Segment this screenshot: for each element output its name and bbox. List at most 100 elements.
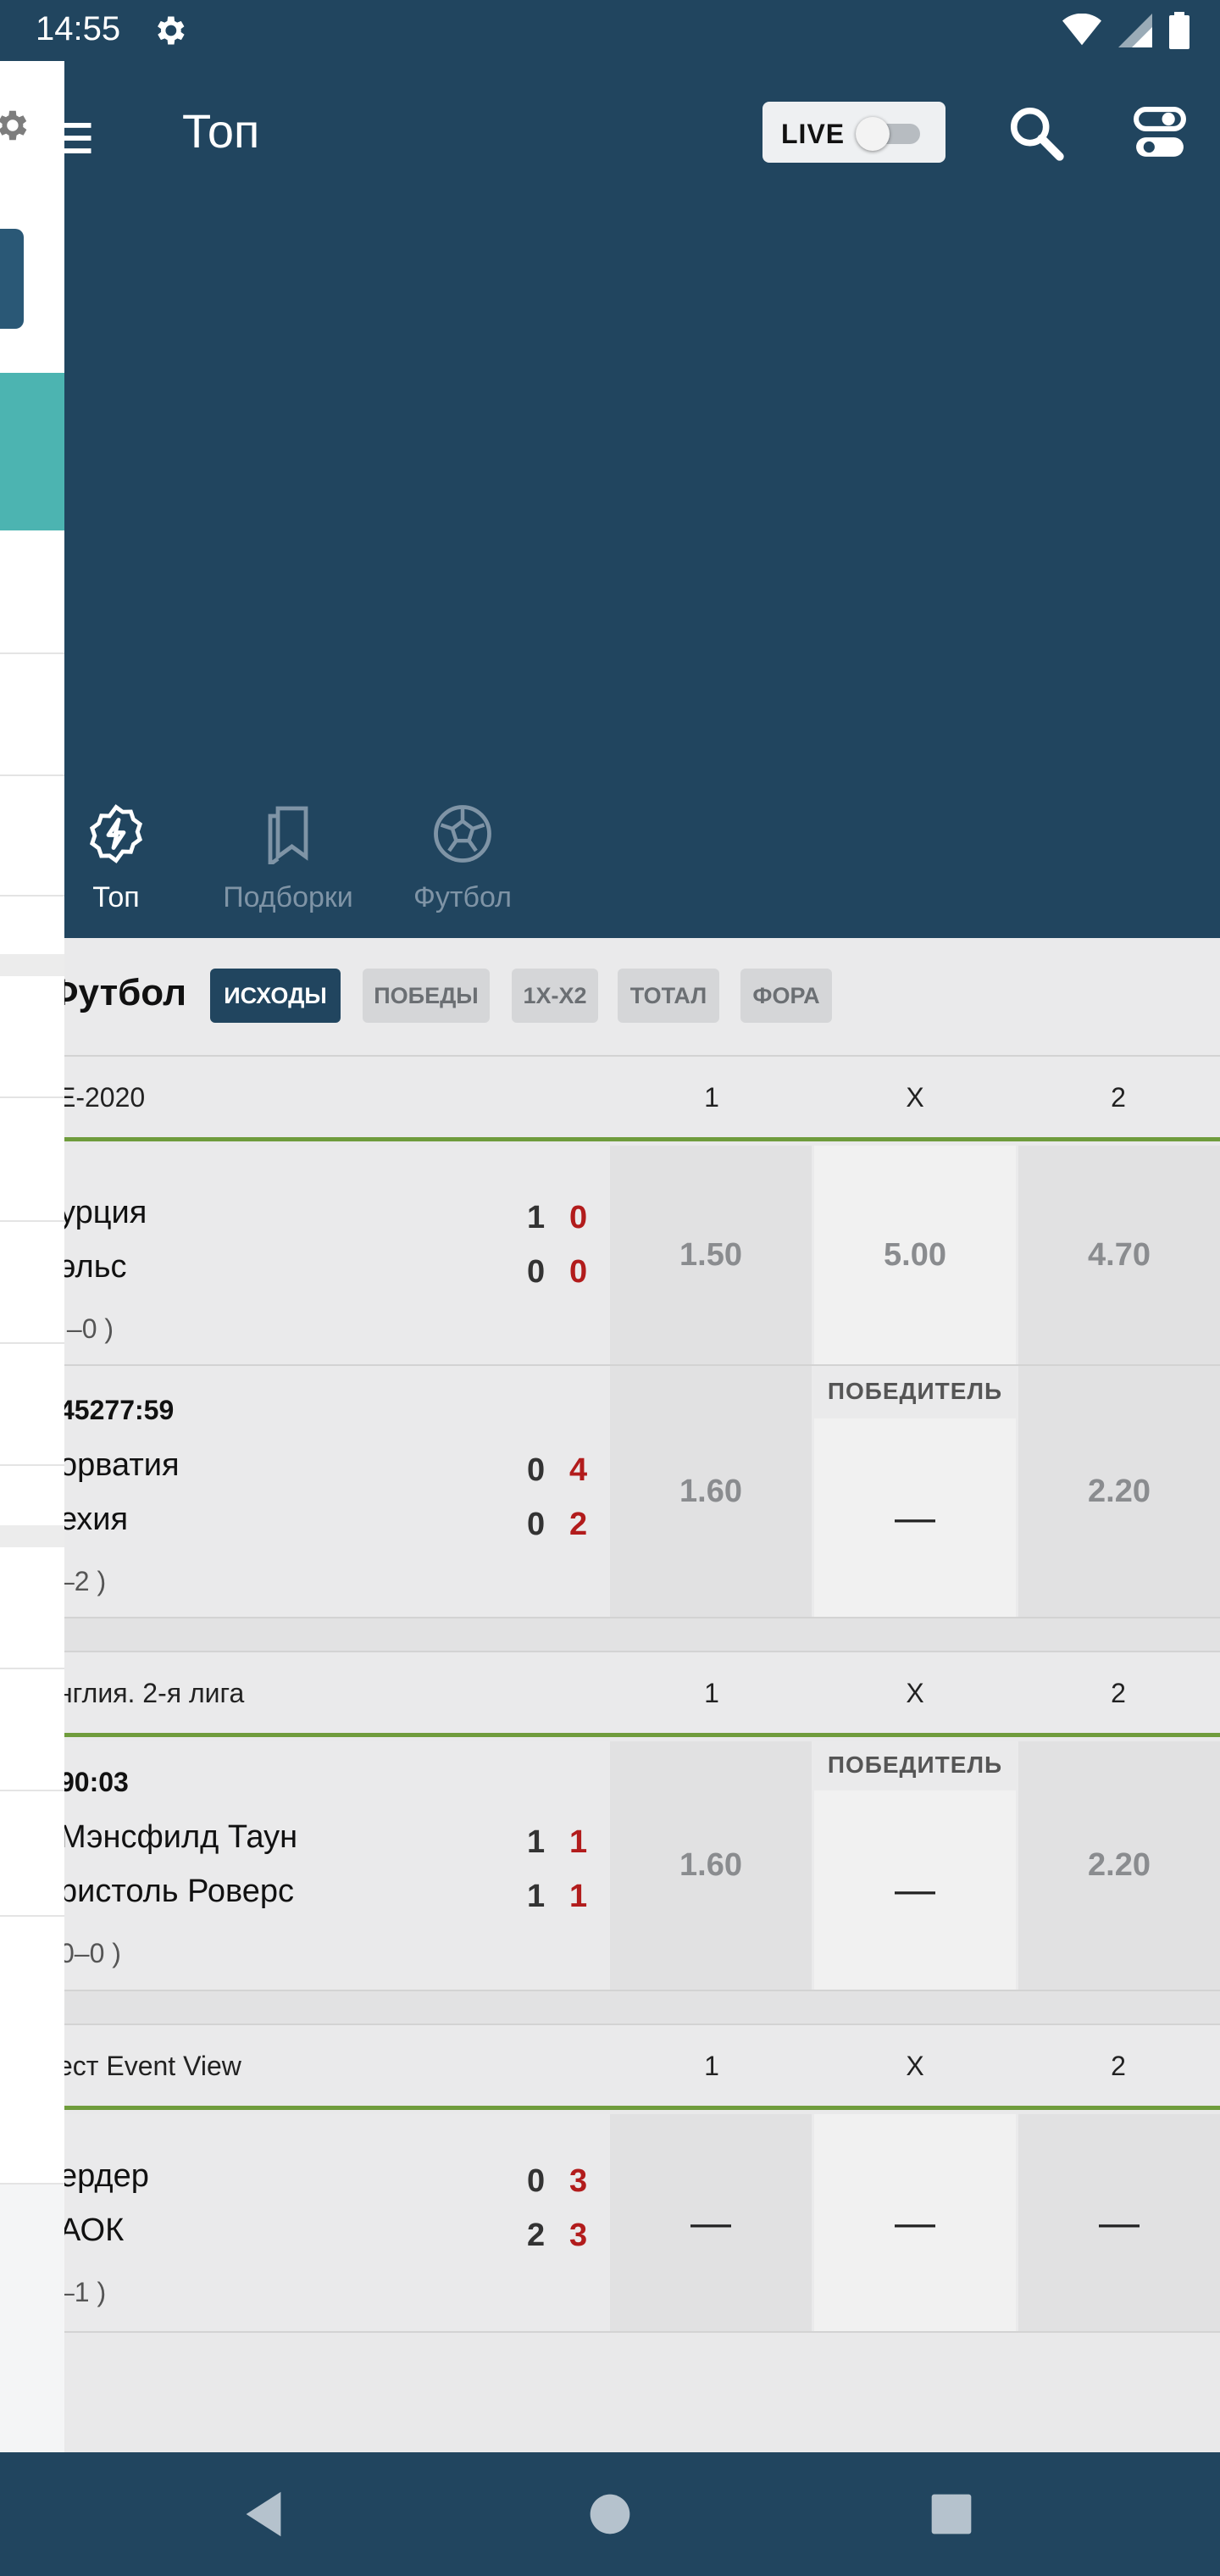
odd-away[interactable]: 4.70 xyxy=(1018,1146,1220,1364)
column-x-label: X xyxy=(906,1678,924,1708)
team-away: эльс xyxy=(59,1249,127,1285)
chip-total[interactable]: ТОТАЛ xyxy=(618,969,719,1023)
odd-home[interactable]: 1.60 xyxy=(610,1366,812,1617)
odd-draw: — xyxy=(814,1418,1016,1617)
chip-handicap[interactable]: ФОРА xyxy=(740,969,832,1023)
score-away-period: 2 xyxy=(569,1507,588,1542)
section-divider xyxy=(0,1991,1220,2025)
search-icon[interactable] xyxy=(1006,103,1066,163)
column-2-label: 2 xyxy=(1111,2051,1126,2081)
bookmarks-icon xyxy=(268,806,308,864)
match-row[interactable]: 45277:59 орватия ехия 0 4 0 2 –2 ) 1.60 … xyxy=(0,1366,1220,1618)
drawer-settings-icon[interactable] xyxy=(0,100,30,151)
live-label: LIVE xyxy=(781,119,846,149)
match-timer: 45277:59 xyxy=(59,1395,175,1425)
drawer-divider xyxy=(0,1096,64,1098)
market-filter-bar: Футбол ИСХОДЫ ПОБЕДЫ 1Х-Х2 ТОТАЛ ФОРА xyxy=(0,938,1220,1057)
drawer-balance-panel xyxy=(0,373,64,530)
odd-home[interactable]: 1.50 xyxy=(610,1146,812,1364)
drawer-divider xyxy=(0,1790,64,1791)
drawer-divider xyxy=(0,1915,64,1917)
column-x-label: X xyxy=(906,2051,924,2081)
score-home: 1 xyxy=(527,1200,546,1235)
odd-draw: — xyxy=(814,1790,1016,1990)
match-timer: 90:03 xyxy=(59,1767,129,1797)
drawer-section-gap xyxy=(0,954,64,976)
drawer-divider xyxy=(0,1668,64,1669)
tab-football[interactable]: Футбол xyxy=(378,736,547,913)
odd-draw: — xyxy=(814,2114,1016,2331)
chip-double-chance[interactable]: 1Х-Х2 xyxy=(512,969,598,1023)
match-info: 90:03 Мэнсфилд Таун ристоль Роверс 1 1 1… xyxy=(59,1741,610,1990)
match-info: ердер АОК 0 3 2 3 –1 ) xyxy=(59,2114,610,2331)
tab-collections[interactable]: Подборки xyxy=(203,736,373,913)
sport-title: Футбол xyxy=(47,972,187,1013)
tab-collections-label: Подборки xyxy=(223,881,353,913)
score-home-period: 0 xyxy=(569,1200,588,1235)
column-1-label: 1 xyxy=(704,1082,719,1113)
score-away-period: 1 xyxy=(569,1879,588,1914)
android-nav-bar xyxy=(0,2452,1220,2576)
odd-away[interactable]: 2.20 xyxy=(1018,1741,1220,1990)
column-2-label: 2 xyxy=(1111,1082,1126,1113)
league-header[interactable]: нглия. 2-я лига 1 X 2 xyxy=(0,1652,1220,1737)
winner-label: ПОБЕДИТЕЛЬ xyxy=(827,1752,1003,1778)
recents-icon[interactable] xyxy=(922,2484,981,2544)
filter-settings-icon[interactable] xyxy=(1134,105,1186,161)
league-name: ест Event View xyxy=(58,2051,241,2081)
league-header[interactable]: Е-2020 1 X 2 xyxy=(0,1057,1220,1141)
soccer-ball-icon xyxy=(434,805,491,863)
score-home-period: 1 xyxy=(569,1824,588,1860)
battery-icon xyxy=(1169,12,1190,49)
team-home: орватия xyxy=(59,1447,180,1483)
score-away-period: 3 xyxy=(569,2218,588,2253)
status-bar: 14:55 xyxy=(0,0,1220,61)
score-home: 0 xyxy=(527,2163,546,2199)
match-row[interactable]: 90:03 Мэнсфилд Таун ристоль Роверс 1 1 1… xyxy=(0,1741,1220,1991)
chip-wins[interactable]: ПОБЕДЫ xyxy=(363,969,490,1023)
odd-away[interactable]: 2.20 xyxy=(1018,1366,1220,1617)
team-home: ердер xyxy=(59,2158,149,2194)
score-away: 2 xyxy=(527,2218,546,2253)
odd-home[interactable]: 1.60 xyxy=(610,1741,812,1990)
league-name: Е-2020 xyxy=(58,1082,146,1113)
period-score: –2 ) xyxy=(59,1566,107,1596)
section-divider xyxy=(0,1618,1220,1652)
match-row[interactable]: ердер АОК 0 3 2 3 –1 ) — — — xyxy=(0,2114,1220,2333)
score-home-period: 3 xyxy=(569,2163,588,2199)
side-drawer[interactable] xyxy=(0,61,64,2452)
app-header: Топ LIVE Топ Подборки Футбол xyxy=(0,61,1220,938)
match-row[interactable]: урция эльс 1 0 0 0 .–0 ) 1.50 5.00 4.70 xyxy=(0,1146,1220,1366)
odd-draw[interactable]: 5.00 xyxy=(814,1146,1016,1364)
odd-home: — xyxy=(610,2114,812,2331)
drawer-section-gap xyxy=(0,1525,64,1547)
league-header[interactable]: ест Event View 1 X 2 xyxy=(0,2025,1220,2110)
team-away: ристоль Роверс xyxy=(59,1874,295,1909)
live-toggle[interactable]: LIVE xyxy=(762,102,946,163)
drawer-divider xyxy=(0,774,64,776)
column-x-label: X xyxy=(906,1082,924,1113)
settings-gear-icon xyxy=(158,16,185,45)
winner-label: ПОБЕДИТЕЛЬ xyxy=(827,1378,1003,1404)
period-score: –1 ) xyxy=(59,2277,107,2307)
score-home-period: 4 xyxy=(569,1452,588,1488)
drawer-login-button[interactable] xyxy=(0,229,24,329)
score-away: 1 xyxy=(527,1879,546,1914)
drawer-divider xyxy=(0,1220,64,1222)
score-away: 0 xyxy=(527,1507,546,1542)
score-away-period: 0 xyxy=(569,1254,588,1290)
period-score: .–0 ) xyxy=(59,1313,114,1344)
column-1-label: 1 xyxy=(704,2051,719,2081)
score-home: 0 xyxy=(527,1452,546,1488)
status-time: 14:55 xyxy=(36,10,121,47)
chip-outcomes[interactable]: ИСХОДЫ xyxy=(210,969,341,1023)
drawer-footer xyxy=(0,2185,64,2452)
tab-football-label: Футбол xyxy=(413,881,512,913)
home-icon[interactable] xyxy=(580,2484,640,2544)
match-info: урция эльс 1 0 0 0 .–0 ) xyxy=(59,1146,610,1364)
drawer-divider xyxy=(0,895,64,897)
back-icon[interactable] xyxy=(234,2484,293,2544)
column-1-label: 1 xyxy=(704,1678,719,1708)
drawer-divider xyxy=(0,652,64,654)
team-away: АОК xyxy=(59,2212,125,2248)
